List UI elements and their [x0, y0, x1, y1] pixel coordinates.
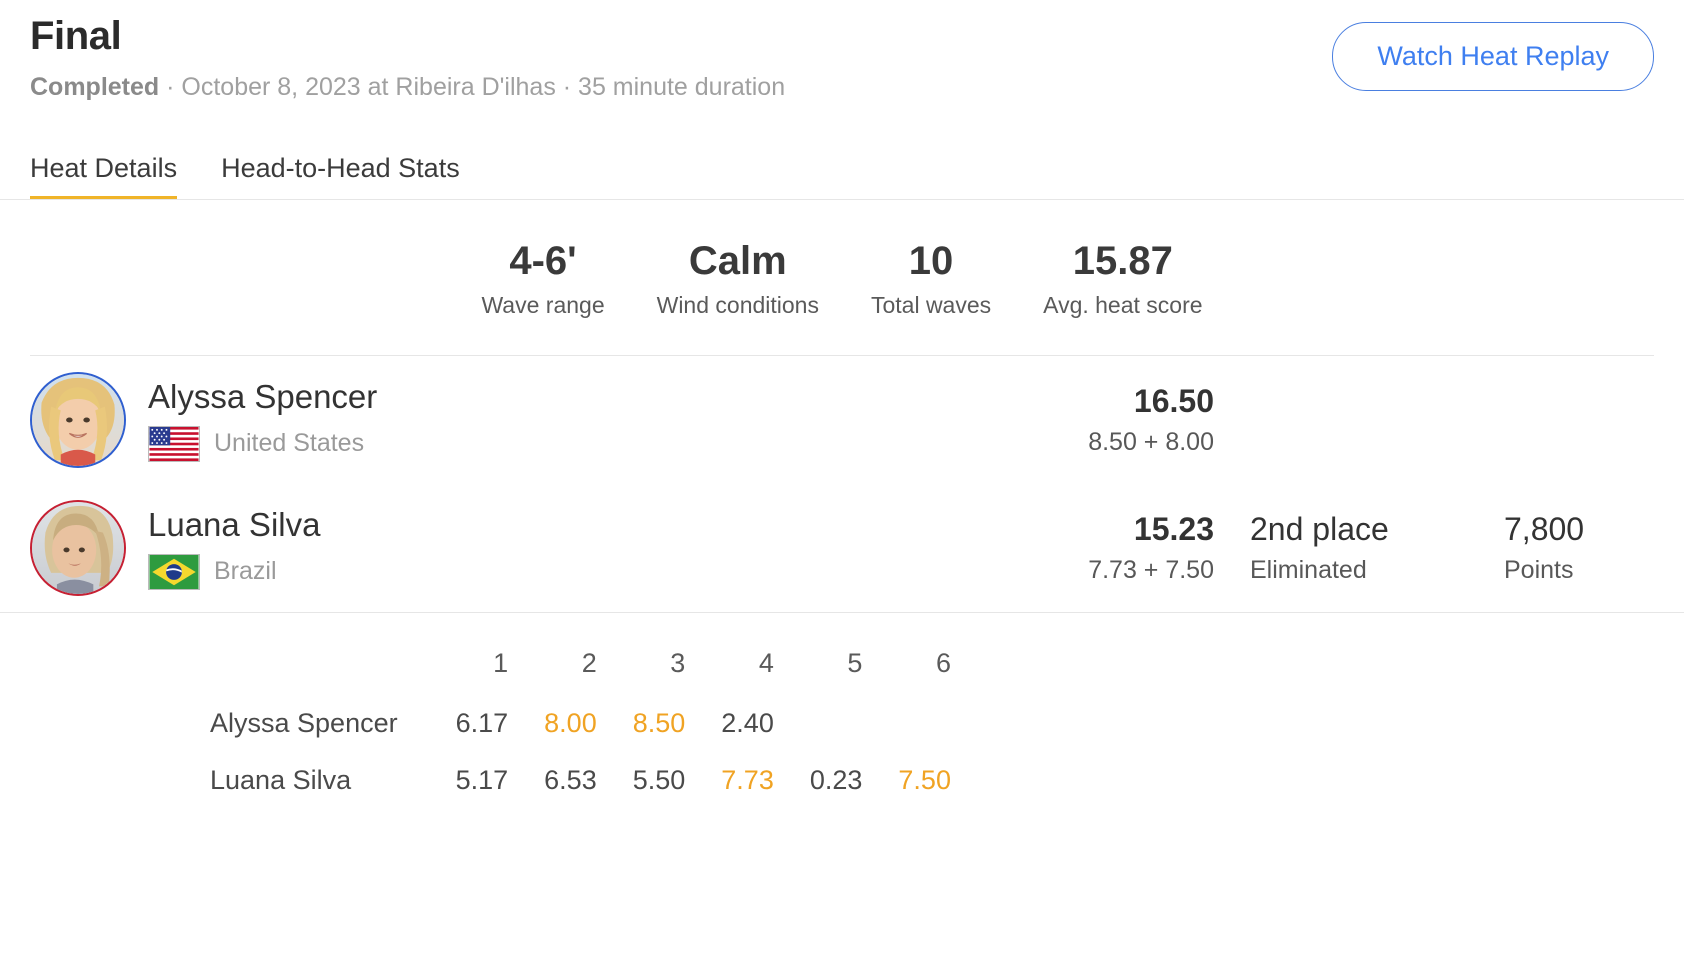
wave-score-cell: 7.73: [721, 765, 774, 796]
points-column: [1474, 383, 1654, 391]
points-value: 7,800: [1504, 511, 1585, 548]
stat-wind-conditions-label: Wind conditions: [656, 292, 819, 318]
athlete-info: Alyssa Spencer United States: [148, 378, 377, 462]
stat-wave-range-value: 4-6': [509, 239, 577, 283]
wave-score-cell: [792, 695, 881, 753]
wave-score-cell: 5.50: [632, 765, 686, 796]
wave-score-cell: [880, 695, 969, 753]
wave-score-header-row: 1 2 3 4 5 6: [210, 635, 969, 695]
wave-column-header: 6: [935, 648, 951, 678]
stat-wind-conditions-value: Calm: [688, 239, 787, 283]
wave-column-header: 1: [493, 648, 509, 678]
heat-total-score: 15.23: [1133, 511, 1214, 548]
page-title: Final: [30, 14, 122, 58]
athlete-country: Brazil: [148, 553, 320, 590]
wave-score-cell: 6.17: [455, 707, 509, 738]
athlete-list: Alyssa Spencer United States 16.50 8.50 …: [0, 356, 1684, 613]
watch-heat-replay-button[interactable]: Watch Heat Replay: [1332, 22, 1654, 91]
athlete-name[interactable]: Luana Silva: [148, 506, 320, 544]
placement-column: 2nd place Eliminated: [1214, 511, 1474, 585]
heat-header-text: Final Completed · October 8, 2023 at Rib…: [30, 10, 785, 102]
wave-row-athlete-name: Alyssa Spencer: [210, 707, 398, 738]
points-column: 7,800 Points: [1474, 511, 1654, 585]
stat-total-waves-label: Total waves: [870, 292, 992, 318]
us-flag-icon: [148, 425, 200, 462]
heat-header: Final Completed · October 8, 2023 at Rib…: [0, 0, 1684, 102]
athlete-info: Luana Silva Brazil: [148, 506, 320, 590]
table-row[interactable]: Alyssa Spencer United States 16.50 8.50 …: [30, 356, 1654, 484]
athlete-country-label: Brazil: [214, 557, 277, 586]
heat-score-column: 16.50 8.50 + 8.00: [994, 383, 1214, 457]
wave-column-header: 4: [758, 648, 774, 678]
stat-wind-conditions: Calm Wind conditions: [631, 238, 845, 319]
stat-total-waves-value: 10: [908, 239, 954, 283]
wave-score-cell: 5.17: [455, 765, 509, 796]
wave-score-cell: 7.50: [898, 765, 951, 796]
tab-head-to-head-stats[interactable]: Head-to-Head Stats: [221, 155, 460, 199]
placement-status: Eliminated: [1250, 556, 1367, 585]
avatar: [30, 500, 126, 596]
heat-total-score: 16.50: [1133, 383, 1214, 420]
heat-score-breakdown: 8.50 + 8.00: [1088, 428, 1214, 457]
heat-detail-page: Final Completed · October 8, 2023 at Rib…: [0, 0, 1684, 972]
table-row: Alyssa Spencer 6.17 8.00 8.50 2.40: [210, 695, 969, 753]
heat-score-breakdown: 7.73 + 7.50: [1088, 556, 1214, 585]
heat-meta: Completed · October 8, 2023 at Ribeira D…: [30, 72, 785, 102]
wave-row-athlete-name: Luana Silva: [210, 765, 352, 796]
wave-column-header: 3: [670, 648, 686, 678]
tab-heat-details[interactable]: Heat Details: [30, 155, 178, 199]
wave-column-header: 2: [581, 648, 597, 678]
wave-score-table: 1 2 3 4 5 6 Alyssa Spencer 6.17 8.00 8.5…: [0, 613, 1684, 810]
placement-value: 2nd place: [1250, 511, 1389, 548]
tab-bar: Heat Details Head-to-Head Stats: [0, 138, 1684, 200]
athlete-results: 15.23 7.73 + 7.50 2nd place Eliminated 7…: [994, 511, 1654, 585]
stat-avg-heat-score-label: Avg. heat score: [1043, 292, 1203, 318]
stat-wave-range: 4-6' Wave range: [455, 238, 630, 319]
stat-wave-range-label: Wave range: [481, 292, 605, 318]
heat-score-column: 15.23 7.73 + 7.50: [994, 511, 1214, 585]
table-row[interactable]: Luana Silva Brazil 15.23 7.73 + 7.50 2nd…: [30, 484, 1654, 612]
stat-total-waves: 10 Total waves: [845, 238, 1017, 319]
athlete-country: United States: [148, 425, 377, 462]
athlete-results: 16.50 8.50 + 8.00: [994, 383, 1654, 457]
wave-score-cell: 2.40: [721, 707, 774, 738]
placement-column: [1214, 383, 1474, 391]
table-row: Luana Silva 5.17 6.53 5.50 7.73 0.23 7.5…: [210, 752, 969, 810]
avatar: [30, 372, 126, 468]
wave-column-header: 5: [847, 648, 863, 678]
wave-score-grid: 1 2 3 4 5 6 Alyssa Spencer 6.17 8.00 8.5…: [210, 635, 969, 810]
athlete-identity: Luana Silva Brazil: [30, 500, 994, 596]
wave-score-cell: 0.23: [809, 765, 863, 796]
wave-header-name: [210, 635, 438, 695]
heat-meta-rest: · October 8, 2023 at Ribeira D'ilhas · 3…: [159, 73, 786, 101]
status-badge: Completed: [30, 73, 160, 101]
heat-summary-stats: 4-6' Wave range Calm Wind conditions 10 …: [30, 200, 1654, 356]
stat-avg-heat-score: 15.87 Avg. heat score: [1017, 238, 1228, 319]
wave-score-cell: 6.53: [544, 765, 597, 796]
stat-avg-heat-score-value: 15.87: [1072, 239, 1173, 283]
points-label: Points: [1504, 556, 1574, 585]
br-flag-icon: [148, 553, 200, 590]
wave-score-cell: 8.00: [544, 707, 597, 738]
wave-score-cell: 8.50: [632, 707, 686, 738]
athlete-country-label: United States: [214, 429, 365, 458]
athlete-identity: Alyssa Spencer United States: [30, 372, 994, 468]
athlete-name[interactable]: Alyssa Spencer: [148, 378, 377, 416]
